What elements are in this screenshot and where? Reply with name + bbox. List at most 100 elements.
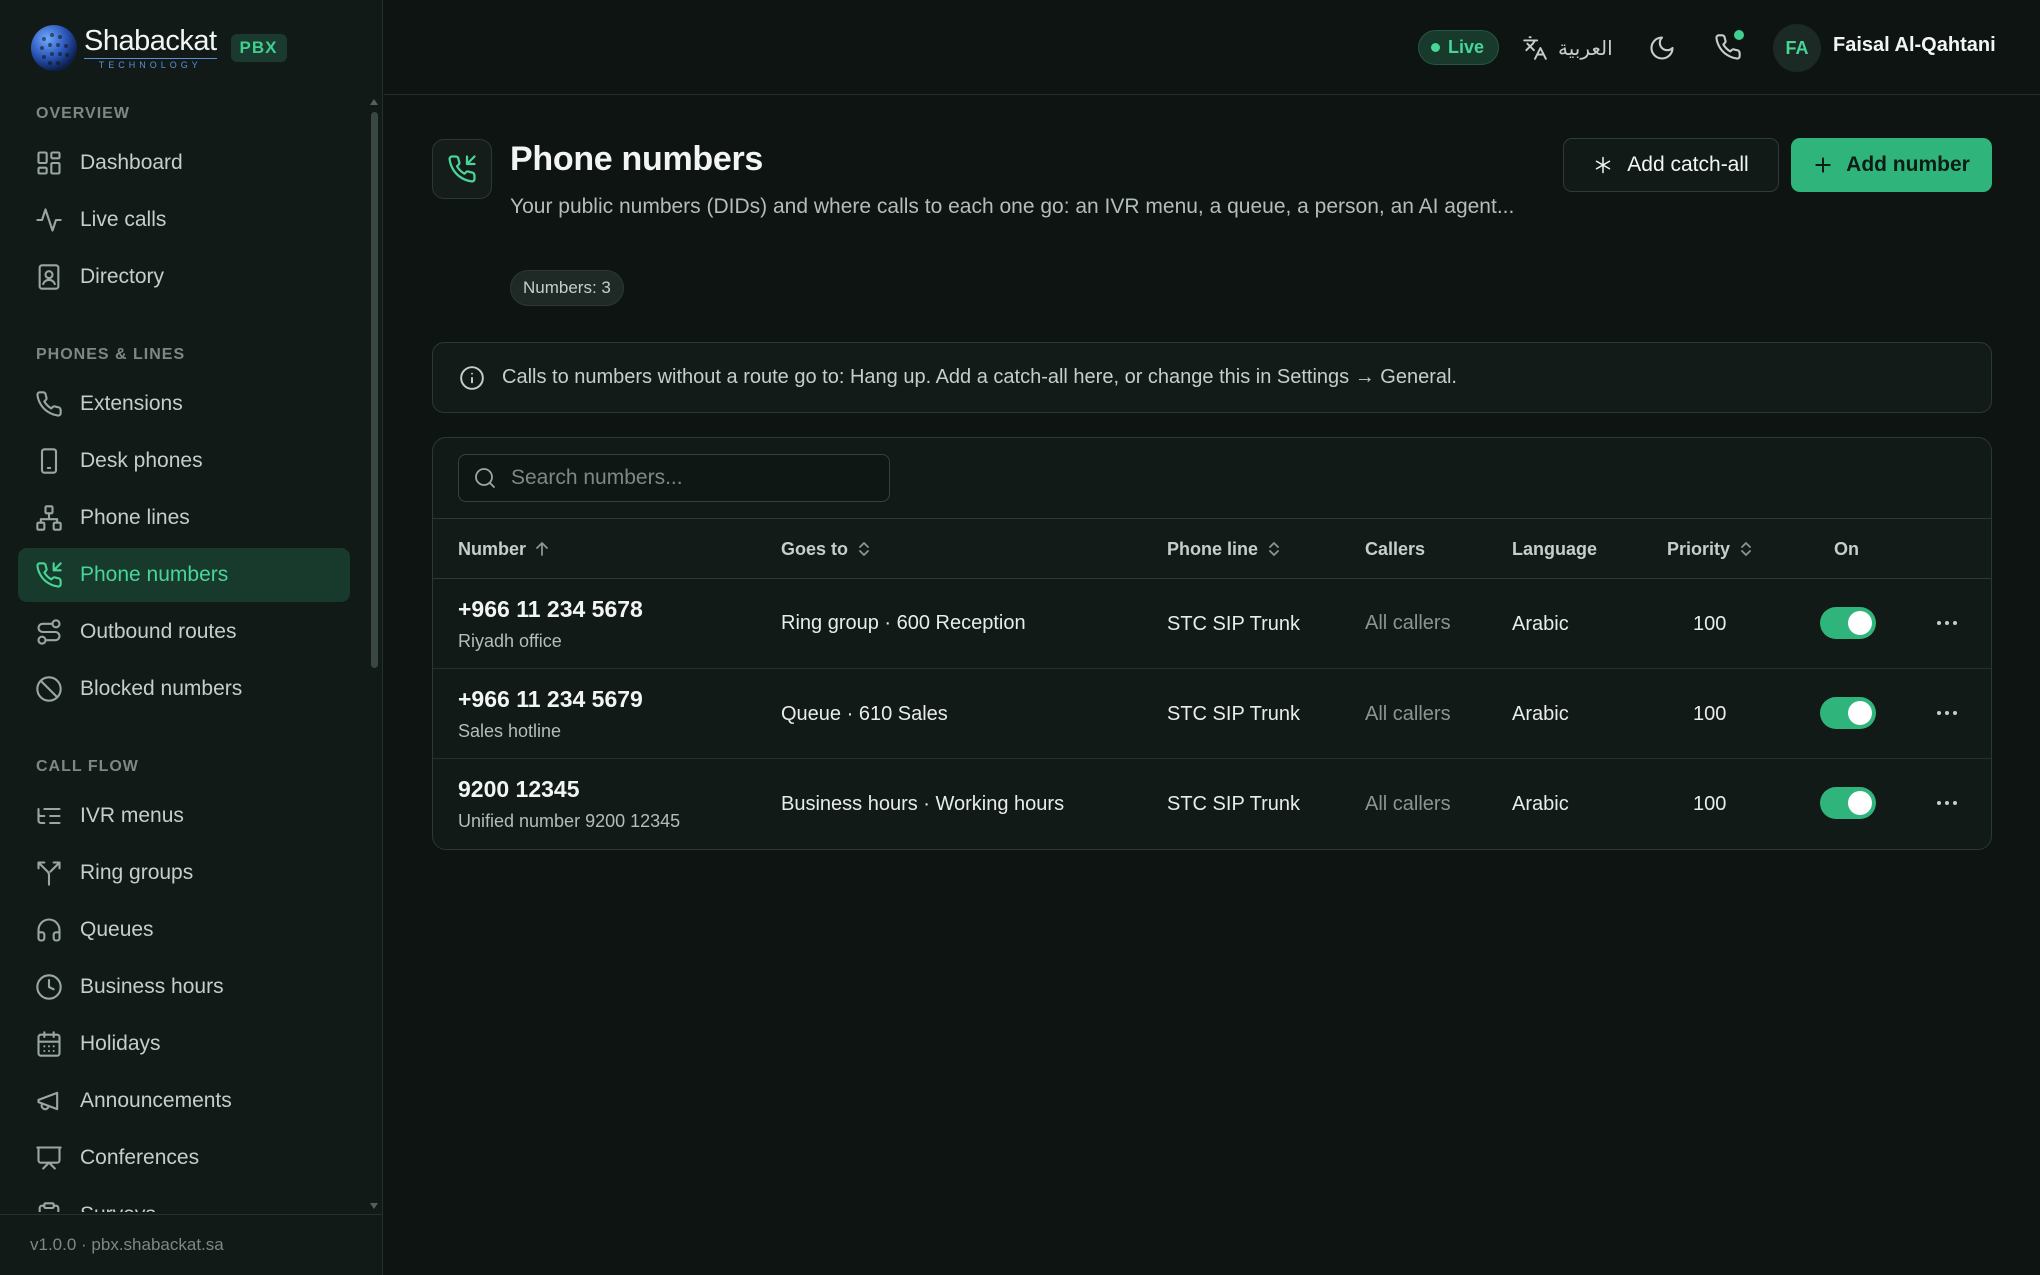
sidebar-item-label: Blocked numbers (80, 677, 243, 700)
presentation-icon (36, 1146, 62, 1170)
callers: All callers (1365, 703, 1451, 725)
goes-to-destination[interactable]: Queue · 610 Sales (781, 703, 948, 726)
sidebar-item-label: Ring groups (80, 861, 194, 884)
enabled-toggle[interactable] (1820, 697, 1876, 729)
info-icon (460, 365, 484, 390)
column-priority[interactable]: Priority (1667, 519, 1754, 579)
column-phone-line[interactable]: Phone line (1167, 519, 1282, 579)
sidebar: Shabackat TECHNOLOGY PBX OVERVIEW Dashbo… (0, 0, 383, 1275)
brand-logo[interactable]: Shabackat TECHNOLOGY PBX (30, 20, 287, 76)
more-actions-icon[interactable] (1933, 791, 1961, 815)
enabled-toggle[interactable] (1820, 607, 1876, 639)
sidebar-item-queues[interactable]: Queues (18, 903, 350, 957)
sidebar-item-label: Queues (80, 918, 154, 941)
version-footer: v1.0.0 · pbx.shabackat.sa (0, 1214, 383, 1275)
more-actions-icon[interactable] (1933, 611, 1961, 635)
moon-icon[interactable] (1648, 34, 1676, 62)
megaphone-icon (37, 1091, 59, 1111)
add-catch-all-label: Add catch-all (1627, 153, 1749, 176)
column-label: Language (1512, 538, 1598, 559)
column-on: On (1834, 519, 1859, 579)
priority: 100 (1693, 793, 1727, 815)
sort-icon (859, 542, 869, 556)
page-title: Phone numbers (510, 140, 764, 178)
add-number-button[interactable]: Add number (1791, 138, 1992, 192)
nav-section-phones-lines: PHONES & LINES (36, 346, 186, 363)
add-number-label: Add number (1846, 153, 1970, 176)
page-icon (432, 139, 492, 199)
sidebar-item-ring-groups[interactable]: Ring groups (18, 846, 350, 900)
plus-icon (1815, 157, 1831, 173)
search-input[interactable] (511, 466, 871, 490)
ban-icon (36, 676, 62, 702)
goes-to-destination[interactable]: Business hours · Working hours (781, 793, 1064, 816)
toggle-knob (1848, 791, 1872, 815)
sidebar-item-extensions[interactable]: Extensions (18, 377, 350, 431)
language: Arabic (1512, 613, 1569, 635)
sidebar-item-holidays[interactable]: Holidays (18, 1017, 350, 1071)
number-label: Riyadh office (458, 631, 562, 651)
sidebar-item-label: Desk phones (80, 449, 203, 472)
user-name[interactable]: Faisal Al-Qahtani (1833, 34, 1996, 57)
table-row[interactable]: +966 11 234 5679 Sales hotline Queue · 6… (433, 669, 1991, 759)
activity-icon (36, 208, 62, 232)
phone-number[interactable]: +966 11 234 5678 (458, 596, 643, 623)
callers: All callers (1365, 612, 1451, 634)
network-icon (36, 505, 62, 531)
column-goes-to[interactable]: Goes to (781, 519, 872, 579)
phone-icon (36, 391, 62, 417)
phone-line: STC SIP Trunk (1167, 703, 1301, 725)
scroll-down-arrow-icon[interactable] (369, 1202, 379, 1210)
table-row[interactable]: +966 11 234 5678 Riyadh office Ring grou… (433, 579, 1991, 669)
search-icon (475, 468, 495, 488)
column-number[interactable]: Number (458, 519, 550, 579)
sidebar-item-blocked-numbers[interactable]: Blocked numbers (18, 662, 350, 716)
phone-number[interactable]: +966 11 234 5679 (458, 686, 643, 713)
numbers-count-badge: Numbers: 3 (510, 270, 624, 306)
callers: All callers (1365, 793, 1451, 815)
smartphone-icon (40, 448, 58, 474)
sidebar-item-label: Directory (80, 265, 165, 288)
more-actions-icon[interactable] (1933, 701, 1961, 725)
sidebar-item-phone-numbers[interactable]: Phone numbers (18, 548, 350, 602)
add-catch-all-button[interactable]: Add catch-all (1563, 138, 1779, 192)
language-switch-button[interactable]: العربية (1522, 32, 1613, 64)
sidebar-item-desk-phones[interactable]: Desk phones (18, 434, 350, 488)
enabled-toggle[interactable] (1820, 787, 1876, 819)
page-description: Your public numbers (DIDs) and where cal… (510, 195, 1515, 218)
phone-line: STC SIP Trunk (1167, 613, 1301, 635)
phone-number[interactable]: 9200 12345 (458, 776, 580, 803)
softphone-status-dot (1734, 30, 1744, 40)
search-box[interactable] (458, 454, 890, 502)
calendar-icon (37, 1031, 61, 1057)
sidebar-item-label: Holidays (80, 1032, 161, 1055)
dashboard-icon (37, 151, 61, 175)
sidebar-item-surveys[interactable]: Surveys (18, 1188, 350, 1212)
sidebar-item-ivr-menus[interactable]: IVR menus (18, 789, 350, 843)
sort-ascending-icon (536, 542, 548, 556)
sidebar-item-dashboard[interactable]: Dashboard (18, 136, 350, 190)
goes-to-destination[interactable]: Ring group · 600 Reception (781, 612, 1026, 635)
brand-tagline: TECHNOLOGY (84, 58, 217, 70)
sidebar-item-directory[interactable]: Directory (18, 250, 350, 304)
numbers-table-card: Number Goes to Phone line Callers Langua… (432, 437, 1992, 850)
column-callers: Callers (1365, 519, 1425, 579)
sidebar-item-business-hours[interactable]: Business hours (18, 960, 350, 1014)
scroll-up-arrow-icon[interactable] (369, 98, 379, 106)
sidebar-item-announcements[interactable]: Announcements (18, 1074, 350, 1128)
language: Arabic (1512, 793, 1569, 815)
nav-section-overview: OVERVIEW (36, 105, 130, 122)
live-status-label: Live (1448, 37, 1485, 57)
sidebar-item-conferences[interactable]: Conferences (18, 1131, 350, 1185)
sidebar-item-outbound-routes[interactable]: Outbound routes (18, 605, 350, 659)
sidebar-scrollbar-thumb[interactable] (371, 112, 378, 668)
table-row[interactable]: 9200 12345 Unified number 9200 12345 Bus… (433, 759, 1991, 849)
sidebar-item-label: Live calls (80, 208, 167, 231)
live-status-badge: Live (1418, 30, 1500, 65)
live-dot-icon (1431, 43, 1440, 52)
pbx-badge: PBX (230, 34, 287, 62)
globe-logo-icon (31, 25, 77, 71)
avatar[interactable]: FA (1773, 24, 1821, 72)
sidebar-item-live-calls[interactable]: Live calls (18, 193, 350, 247)
sidebar-item-phone-lines[interactable]: Phone lines (18, 491, 350, 545)
